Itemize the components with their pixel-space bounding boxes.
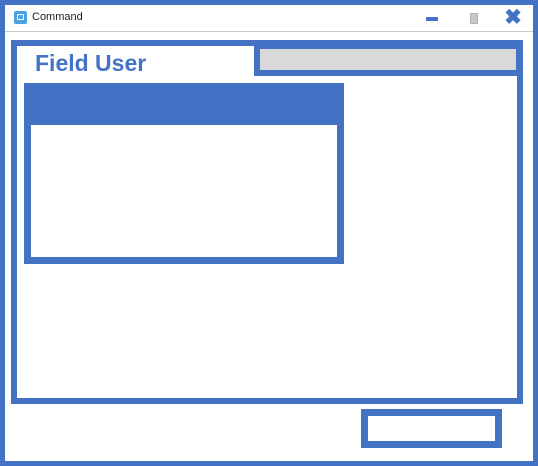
field-user-label: Field User: [35, 50, 147, 76]
title-bar[interactable]: Command ✖: [5, 5, 533, 32]
app-icon: [14, 11, 27, 24]
minimize-icon[interactable]: [421, 9, 443, 27]
maximize-icon[interactable]: [463, 9, 485, 27]
list-header: [31, 90, 337, 125]
user-list-panel[interactable]: [24, 83, 344, 264]
action-button[interactable]: [361, 409, 502, 448]
close-icon[interactable]: ✖: [502, 7, 524, 28]
field-user-input[interactable]: [254, 43, 522, 76]
window-title: Command: [32, 11, 83, 23]
